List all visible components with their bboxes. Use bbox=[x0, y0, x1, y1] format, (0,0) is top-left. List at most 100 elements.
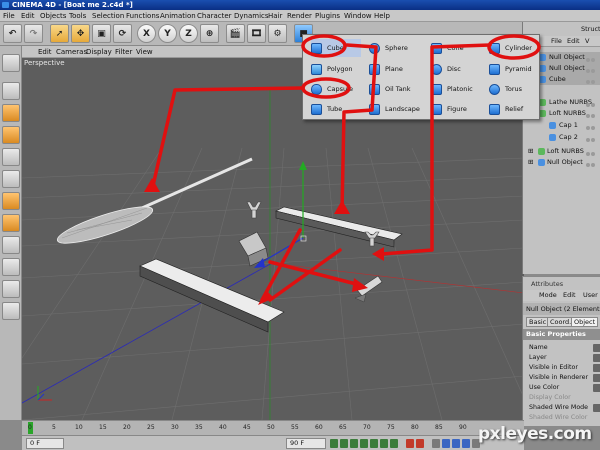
undo-icon[interactable]: ↶ bbox=[3, 24, 22, 43]
goto-start-icon[interactable] bbox=[330, 439, 338, 448]
rudder-object[interactable] bbox=[354, 275, 383, 303]
viewport-menu-cameras[interactable]: Cameras bbox=[56, 47, 87, 57]
scale-key-icon[interactable] bbox=[452, 439, 460, 448]
play-icon[interactable] bbox=[360, 439, 368, 448]
property-value[interactable] bbox=[593, 384, 600, 392]
primitive-landscape[interactable]: Landscape bbox=[369, 100, 423, 118]
visibility-dots[interactable] bbox=[585, 55, 599, 62]
rotation-key-icon[interactable] bbox=[462, 439, 470, 448]
visibility-dots[interactable] bbox=[585, 111, 599, 118]
seat-plank-left[interactable] bbox=[139, 258, 285, 333]
menu-hair[interactable]: Hair bbox=[268, 11, 282, 21]
use-object-tool-icon[interactable] bbox=[2, 104, 20, 122]
primitive-sphere[interactable]: Sphere bbox=[369, 39, 423, 57]
attribute-menu-mode[interactable]: Mode bbox=[539, 290, 557, 301]
visibility-dots[interactable] bbox=[585, 149, 599, 156]
property-row[interactable]: Layer bbox=[523, 353, 600, 363]
scale-icon[interactable]: ▣ bbox=[92, 24, 111, 43]
use-texture-axis-icon[interactable] bbox=[2, 170, 20, 188]
visibility-dots[interactable] bbox=[585, 77, 599, 84]
visibility-dots[interactable] bbox=[585, 135, 599, 142]
render-view-icon[interactable]: 🎬 bbox=[226, 24, 245, 43]
menu-selection[interactable]: Selection bbox=[92, 11, 124, 21]
property-value[interactable] bbox=[593, 354, 600, 362]
snap-icon[interactable] bbox=[2, 302, 20, 320]
menu-functions[interactable]: Functions bbox=[126, 11, 159, 21]
attribute-menu-user[interactable]: User bbox=[583, 290, 598, 301]
property-row[interactable]: Name bbox=[523, 343, 600, 353]
visibility-dots[interactable] bbox=[585, 66, 599, 73]
menu-help[interactable]: Help bbox=[374, 11, 390, 21]
property-row[interactable]: Visible in Editor bbox=[523, 363, 600, 373]
primitive-relief[interactable]: Relief bbox=[489, 100, 539, 118]
menu-edit[interactable]: Edit bbox=[21, 11, 35, 21]
property-value[interactable] bbox=[593, 404, 600, 412]
menu-window[interactable]: Window bbox=[344, 11, 372, 21]
redo-icon[interactable]: ↷ bbox=[24, 24, 43, 43]
use-polygon-tool-icon[interactable] bbox=[2, 236, 20, 254]
menu-file[interactable]: File bbox=[3, 11, 15, 21]
primitive-platonic[interactable]: Platonic bbox=[431, 80, 481, 98]
primitive-torus[interactable]: Torus bbox=[489, 80, 539, 98]
primitive-cube[interactable]: Cube bbox=[311, 39, 361, 57]
next-key-icon[interactable] bbox=[380, 439, 388, 448]
visibility-dots[interactable] bbox=[585, 100, 599, 107]
prev-frame-icon[interactable] bbox=[350, 439, 358, 448]
menu-render[interactable]: Render bbox=[287, 11, 312, 21]
visibility-dots[interactable] bbox=[585, 160, 599, 167]
object-manager-tab[interactable]: Structure bbox=[581, 25, 600, 33]
object-row[interactable]: Cap 2 bbox=[523, 132, 600, 143]
object-menu-view[interactable]: V bbox=[585, 36, 589, 47]
use-model-tool-icon[interactable] bbox=[2, 82, 20, 100]
move-icon[interactable]: ✥ bbox=[71, 24, 90, 43]
property-value[interactable] bbox=[593, 374, 600, 382]
property-row[interactable]: Use Color bbox=[523, 383, 600, 393]
rotate-icon[interactable]: ⟳ bbox=[113, 24, 132, 43]
record-icon[interactable] bbox=[406, 439, 414, 448]
primitive-cylinder[interactable]: Cylinder bbox=[489, 39, 539, 57]
property-row[interactable]: Visible in Renderer bbox=[523, 373, 600, 383]
property-value[interactable] bbox=[593, 344, 600, 352]
menu-plugins[interactable]: Plugins bbox=[315, 11, 340, 21]
menu-character[interactable]: Character bbox=[197, 11, 232, 21]
use-animation-tool-icon[interactable] bbox=[2, 126, 20, 144]
viewport-menu-view[interactable]: View bbox=[136, 47, 153, 57]
tweak-mode-icon[interactable] bbox=[2, 280, 20, 298]
next-frame-icon[interactable] bbox=[370, 439, 378, 448]
z-axis-icon[interactable]: Z bbox=[179, 24, 198, 43]
live-select-icon[interactable]: ➚ bbox=[50, 24, 69, 43]
primitive-tube[interactable]: Tube bbox=[311, 100, 361, 118]
use-point-tool-icon[interactable] bbox=[2, 192, 20, 210]
menu-animation[interactable]: Animation bbox=[160, 11, 196, 21]
expand-toggle-icon[interactable]: ⊞ bbox=[528, 157, 533, 168]
oarlock-left[interactable] bbox=[246, 201, 262, 219]
object-row[interactable]: Cap 1 bbox=[523, 120, 600, 131]
keyframe-selection-icon[interactable] bbox=[432, 439, 440, 448]
object-row[interactable]: ⊞ Null Object bbox=[523, 157, 600, 168]
primitive-oil-tank[interactable]: Oil Tank bbox=[369, 80, 423, 98]
render-settings-icon[interactable]: ⚙ bbox=[268, 24, 287, 43]
property-value[interactable] bbox=[593, 364, 600, 372]
attribute-tab-object[interactable]: Object bbox=[571, 317, 599, 327]
render-picture-icon[interactable]: 🎞 bbox=[247, 24, 266, 43]
x-axis-icon[interactable]: X bbox=[137, 24, 156, 43]
enable-axis-icon[interactable] bbox=[2, 258, 20, 276]
attributes-tab[interactable]: Attributes bbox=[531, 280, 563, 288]
visibility-dots[interactable] bbox=[585, 123, 599, 130]
viewport-menu-filter[interactable]: Filter bbox=[115, 47, 132, 57]
start-frame-field[interactable]: 0 F bbox=[26, 438, 64, 449]
primitive-figure[interactable]: Figure bbox=[431, 100, 481, 118]
primitive-polygon[interactable]: Polygon bbox=[311, 60, 361, 78]
attribute-tab-basic[interactable]: Basic bbox=[526, 317, 550, 327]
autokey-icon[interactable] bbox=[416, 439, 424, 448]
primitive-capsule[interactable]: Capsule bbox=[311, 80, 361, 98]
y-axis-icon[interactable]: Y bbox=[158, 24, 177, 43]
primitive-cone[interactable]: Cone bbox=[431, 39, 481, 57]
use-edge-tool-icon[interactable] bbox=[2, 214, 20, 232]
primitive-disc[interactable]: Disc bbox=[431, 60, 481, 78]
position-key-icon[interactable] bbox=[442, 439, 450, 448]
viewport-menu-edit[interactable]: Edit bbox=[38, 47, 52, 57]
goto-end-icon[interactable] bbox=[390, 439, 398, 448]
menu-tools[interactable]: Tools bbox=[69, 11, 86, 21]
use-texture-tool-icon[interactable] bbox=[2, 148, 20, 166]
